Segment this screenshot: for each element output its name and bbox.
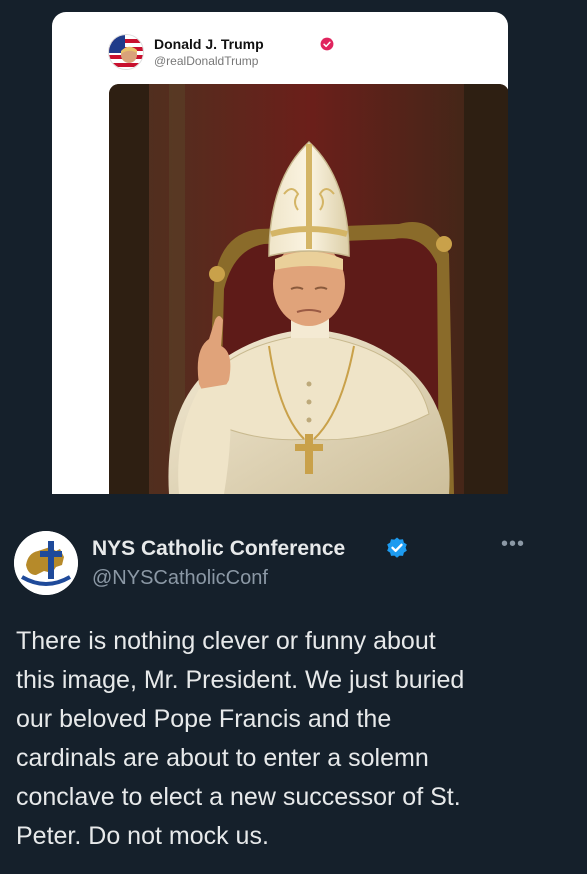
display-name[interactable]: NYS Catholic Conference	[92, 537, 345, 561]
embedded-handle[interactable]: @realDonaldTrump	[154, 54, 258, 68]
flag-avatar-icon	[109, 35, 143, 69]
embedded-post-image[interactable]	[109, 84, 508, 494]
embedded-post-card[interactable]: Donald J. Trump @realDonaldTrump	[52, 12, 508, 494]
verified-badge-icon	[387, 537, 407, 558]
more-options-button[interactable]: •••	[498, 534, 528, 554]
embedded-avatar[interactable]	[108, 34, 144, 70]
tweet-text: There is nothing clever or funny about t…	[16, 627, 465, 850]
verified-badge-icon	[320, 37, 334, 51]
user-handle[interactable]: @NYSCatholicConf	[92, 567, 268, 590]
pope-image-illustration	[109, 84, 508, 494]
profile-avatar[interactable]	[14, 531, 78, 595]
nys-catholic-logo-icon	[14, 531, 78, 595]
embedded-display-name[interactable]: Donald J. Trump	[154, 36, 264, 52]
